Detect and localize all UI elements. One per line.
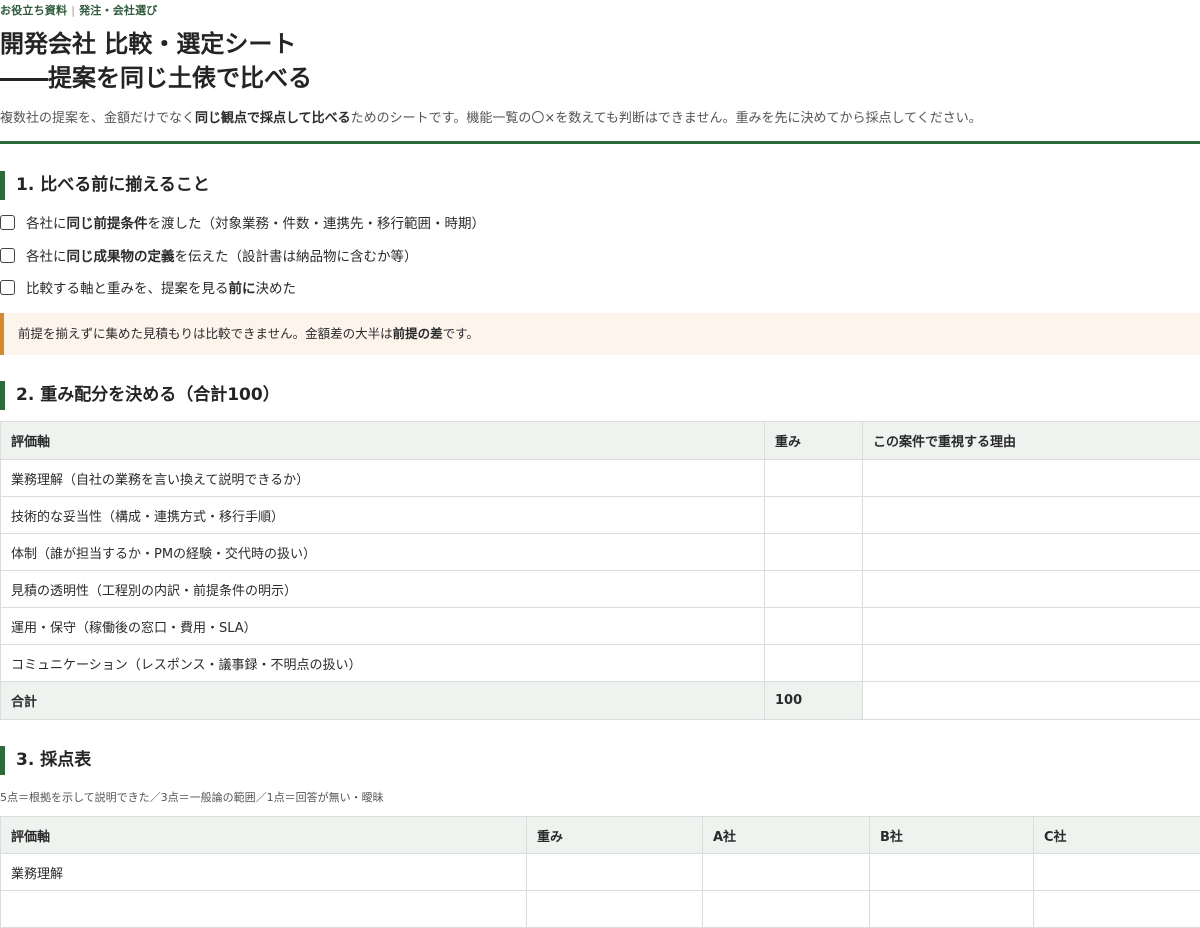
table-row: コミュニケーション（レスポンス・議事録・不明点の扱い） bbox=[1, 645, 1200, 682]
callout-note: 前提を揃えずに集めた見積もりは比較できません。金額差の大半は前提の差です。 bbox=[0, 313, 1200, 355]
weight-cell[interactable] bbox=[527, 854, 703, 891]
weight-cell[interactable] bbox=[765, 571, 863, 608]
page-title-line1: 開発会社 比較・選定シート bbox=[0, 27, 312, 61]
column-header-company-b: B社 bbox=[870, 817, 1034, 854]
table-row: 体制（誰が担当するか・PMの経験・交代時の扱い） bbox=[1, 534, 1200, 571]
page-title: 開発会社 比較・選定シート ――提案を同じ土俵で比べる bbox=[0, 27, 312, 95]
axis-cell: 業務理解（自社の業務を言い換えて説明できるか） bbox=[1, 460, 765, 497]
table-row: 業務理解（自社の業務を言い換えて説明できるか） bbox=[1, 460, 1200, 497]
breadcrumb-category[interactable]: お役立ち資料 bbox=[0, 4, 67, 17]
checklist-label: 比較する軸と重みを、提案を見る前に決めた bbox=[26, 277, 296, 297]
reason-cell[interactable] bbox=[863, 460, 1200, 497]
weight-cell[interactable] bbox=[527, 891, 703, 928]
checklist-item-same-conditions[interactable]: 各社に同じ前提条件を渡した（対象業務・件数・連携先・移行範囲・時期） bbox=[0, 212, 485, 232]
score-cell-b[interactable] bbox=[870, 854, 1034, 891]
weight-table: 評価軸 重み この案件で重視する理由 業務理解（自社の業務を言い換えて説明できる… bbox=[0, 421, 1200, 720]
section-2-heading: 2. 重み配分を決める（合計100） bbox=[0, 381, 280, 410]
lead-text: 複数社の提案を、金額だけでなく同じ観点で採点して比べるためのシートです。機能一覧… bbox=[0, 107, 982, 126]
weight-cell[interactable] bbox=[765, 497, 863, 534]
score-cell-c[interactable] bbox=[1034, 854, 1200, 891]
column-header-axis: 評価軸 bbox=[1, 422, 765, 460]
table-row: 見積の透明性（工程別の内訳・前提条件の明示） bbox=[1, 571, 1200, 608]
score-cell-a[interactable] bbox=[703, 891, 870, 928]
axis-cell: 見積の透明性（工程別の内訳・前提条件の明示） bbox=[1, 571, 765, 608]
page-title-line2: ――提案を同じ土俵で比べる bbox=[0, 61, 312, 95]
checklist-item-weights-first[interactable]: 比較する軸と重みを、提案を見る前に決めた bbox=[0, 277, 296, 297]
section-1-heading: 1. 比べる前に揃えること bbox=[0, 171, 210, 200]
reason-cell[interactable] bbox=[863, 645, 1200, 682]
weight-cell[interactable] bbox=[765, 534, 863, 571]
scoring-table: 評価軸 重み A社 B社 C社 業務理解 bbox=[0, 816, 1200, 928]
weight-cell[interactable] bbox=[765, 645, 863, 682]
column-header-reason: この案件で重視する理由 bbox=[863, 422, 1200, 460]
table-row: 技術的な妥当性（構成・連携方式・移行手順） bbox=[1, 497, 1200, 534]
breadcrumb-separator: | bbox=[71, 4, 75, 17]
section-3-heading: 3. 採点表 bbox=[0, 746, 91, 775]
reason-cell[interactable] bbox=[863, 571, 1200, 608]
weight-cell[interactable] bbox=[765, 608, 863, 645]
checkbox[interactable] bbox=[0, 280, 15, 295]
axis-cell: 技術的な妥当性（構成・連携方式・移行手順） bbox=[1, 497, 765, 534]
lead-bold: 同じ観点で採点して比べる bbox=[195, 111, 351, 126]
table-row: 運用・保守（稼働後の窓口・費用・SLA） bbox=[1, 608, 1200, 645]
table-total-row: 合計 100 bbox=[1, 682, 1200, 720]
checklist-label: 各社に同じ前提条件を渡した（対象業務・件数・連携先・移行範囲・時期） bbox=[26, 212, 485, 232]
column-header-company-a: A社 bbox=[703, 817, 870, 854]
lead-pre: 複数社の提案を、金額だけでなく bbox=[0, 111, 195, 126]
weight-cell[interactable] bbox=[765, 460, 863, 497]
total-value: 100 bbox=[765, 682, 863, 720]
axis-cell: 運用・保守（稼働後の窓口・費用・SLA） bbox=[1, 608, 765, 645]
scoring-scale-note: 5点＝根拠を示して説明できた／3点＝一般論の範囲／1点＝回答が無い・曖昧 bbox=[0, 789, 384, 805]
table-header-row: 評価軸 重み A社 B社 C社 bbox=[1, 817, 1200, 854]
table-row bbox=[1, 891, 1200, 928]
table-row: 業務理解 bbox=[1, 854, 1200, 891]
axis-cell: 体制（誰が担当するか・PMの経験・交代時の扱い） bbox=[1, 534, 765, 571]
lead-post: ためのシートです。機能一覧の〇×を数えても判断はできません。重みを先に決めてから… bbox=[351, 111, 982, 126]
column-header-weight: 重み bbox=[765, 422, 863, 460]
score-cell-c[interactable] bbox=[1034, 891, 1200, 928]
checklist-label: 各社に同じ成果物の定義を伝えた（設計書は納品物に含むか等） bbox=[26, 245, 418, 265]
column-header-axis: 評価軸 bbox=[1, 817, 527, 854]
table-header-row: 評価軸 重み この案件で重視する理由 bbox=[1, 422, 1200, 460]
breadcrumb: お役立ち資料 | 発注・会社選び bbox=[0, 2, 158, 18]
reason-cell[interactable] bbox=[863, 534, 1200, 571]
breadcrumb-subcategory[interactable]: 発注・会社選び bbox=[79, 4, 157, 17]
axis-cell: コミュニケーション（レスポンス・議事録・不明点の扱い） bbox=[1, 645, 765, 682]
checklist-item-deliverables[interactable]: 各社に同じ成果物の定義を伝えた（設計書は納品物に含むか等） bbox=[0, 245, 418, 265]
column-header-weight: 重み bbox=[527, 817, 703, 854]
reason-cell[interactable] bbox=[863, 608, 1200, 645]
reason-cell[interactable] bbox=[863, 497, 1200, 534]
total-label: 合計 bbox=[1, 682, 765, 720]
checkbox[interactable] bbox=[0, 248, 15, 263]
total-reason-cell bbox=[863, 682, 1200, 720]
score-cell-a[interactable] bbox=[703, 854, 870, 891]
axis-cell bbox=[1, 891, 527, 928]
score-cell-b[interactable] bbox=[870, 891, 1034, 928]
column-header-company-c: C社 bbox=[1034, 817, 1200, 854]
axis-cell: 業務理解 bbox=[1, 854, 527, 891]
checkbox[interactable] bbox=[0, 215, 15, 230]
header-divider bbox=[0, 141, 1200, 144]
